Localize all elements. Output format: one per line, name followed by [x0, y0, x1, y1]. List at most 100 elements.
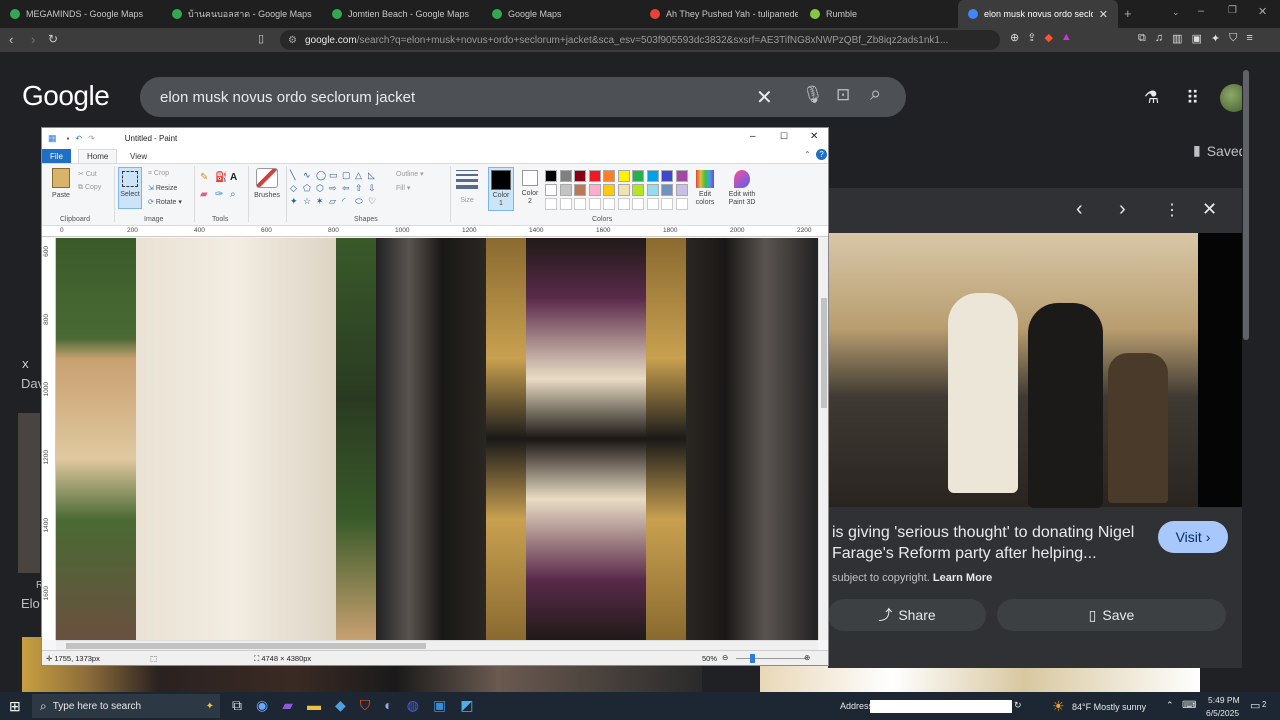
paint-canvas[interactable]	[56, 238, 818, 640]
color-swatch[interactable]	[661, 184, 673, 196]
brave-icon[interactable]: ⛉	[360, 697, 371, 714]
start-icon[interactable]: ⊞	[9, 698, 21, 715]
browser-tab[interactable]: Ah They Pushed Yah - tulipanedeam	[640, 0, 798, 28]
image-title[interactable]: is giving 'serious thought' to donating …	[832, 522, 1142, 564]
visit-button[interactable]: Visit ›	[1158, 521, 1228, 553]
zoom-out-icon[interactable]: ⊖	[722, 653, 728, 662]
next-image-icon[interactable]: ›	[1119, 198, 1126, 221]
crop-button[interactable]: ⌗ Crop	[148, 170, 169, 178]
labs-icon[interactable]: ⚗	[1144, 88, 1159, 108]
color-swatch[interactable]	[603, 184, 615, 196]
zoom-icon[interactable]: ⊕	[1010, 31, 1019, 44]
color-swatch[interactable]	[603, 170, 615, 182]
custom-color-slot[interactable]	[559, 198, 572, 210]
close-window-icon[interactable]: ✕	[810, 131, 818, 142]
redo-icon[interactable]: ↷	[88, 134, 95, 143]
select-button[interactable]: Select	[118, 167, 142, 209]
app-icon[interactable]: ▣	[433, 697, 446, 714]
voice-search-icon[interactable]: 🎙	[802, 85, 824, 105]
text-icon[interactable]: A	[230, 172, 245, 183]
color-swatch[interactable]	[545, 184, 557, 196]
canvas-vertical-scrollbar[interactable]	[818, 238, 828, 640]
site-info-icon[interactable]: ⚙	[288, 35, 297, 46]
bookmark-icon[interactable]: ▯	[258, 32, 264, 45]
search-input[interactable]: elon musk novus ordo seclorum jacket ✕ 🎙…	[140, 77, 906, 117]
color1-button[interactable]: Color 1	[488, 167, 514, 211]
custom-color-slot[interactable]	[646, 198, 659, 210]
tab-file[interactable]: File	[42, 149, 71, 163]
close-window-icon[interactable]: ✕	[1258, 5, 1267, 18]
menu-icon[interactable]: ≡	[1246, 32, 1252, 45]
custom-color-slot[interactable]	[574, 198, 586, 210]
color-swatch[interactable]	[574, 184, 586, 196]
back-icon[interactable]: ‹	[9, 32, 13, 47]
reload-icon[interactable]: ↻	[48, 32, 58, 46]
magnifier-icon[interactable]: ⌕	[230, 189, 245, 200]
edit-paint3d-button[interactable]: Edit with Paint 3D	[724, 170, 760, 207]
share-button[interactable]: ⤴ Share	[828, 599, 986, 631]
app-icon[interactable]: ◍	[407, 697, 419, 714]
maximize-icon[interactable]: ❐	[1228, 5, 1237, 16]
tab-home[interactable]: Home	[78, 149, 118, 163]
undo-icon[interactable]: ↶	[75, 134, 82, 143]
app-icon[interactable]: ▰	[282, 697, 293, 714]
color-swatch[interactable]	[646, 170, 659, 182]
minimize-icon[interactable]: –	[1198, 5, 1204, 17]
zoom-slider[interactable]	[736, 658, 806, 659]
color-swatch[interactable]	[646, 184, 659, 196]
previous-image-icon[interactable]: ‹	[1076, 198, 1083, 221]
tab-search-icon[interactable]: ⌄	[1172, 7, 1180, 18]
custom-color-slot[interactable]	[661, 198, 673, 210]
custom-color-slot[interactable]	[545, 198, 557, 210]
notification-icon[interactable]: ▭	[1250, 699, 1260, 712]
color-swatch[interactable]	[617, 184, 630, 196]
color-swatch[interactable]	[675, 184, 688, 196]
browser-tab[interactable]: บ้านคนบอลสาด - Google Maps	[162, 0, 322, 28]
color-swatch[interactable]	[632, 184, 644, 196]
color2-button[interactable]: Color 2	[518, 170, 542, 206]
browser-tab-active[interactable]: elon musk novus ordo seclorum✕	[958, 0, 1118, 28]
lens-icon[interactable]: ⊡	[836, 85, 850, 105]
clock-time[interactable]: 5:49 PM	[1208, 695, 1240, 705]
color-swatch[interactable]	[559, 184, 572, 196]
edit-colors-button[interactable]: Edit colors	[692, 170, 718, 207]
maximize-icon[interactable]: ☐	[780, 131, 788, 142]
address-bar[interactable]: ⚙ google.com/search?q=elon+musk+novus+or…	[280, 30, 1000, 50]
custom-color-slot[interactable]	[675, 198, 688, 210]
save-button[interactable]: ▯ Save	[997, 599, 1226, 631]
save-quick-icon[interactable]: ▪	[67, 134, 70, 143]
browser-tab[interactable]: Jomtien Beach - Google Maps	[322, 0, 480, 28]
apps-grid-icon[interactable]: ⠿	[1186, 88, 1199, 109]
brave-rewards-icon[interactable]: ▲	[1061, 31, 1072, 44]
saved-link[interactable]: ▮ Saved	[1193, 142, 1246, 159]
minimize-icon[interactable]: –	[750, 131, 756, 142]
clear-search-icon[interactable]: ✕	[756, 85, 773, 110]
app-icon[interactable]: ◩	[460, 697, 473, 714]
color-swatch[interactable]	[617, 170, 630, 182]
vpn-icon[interactable]: ⛉	[1229, 32, 1237, 45]
page-scrollbar[interactable]	[1242, 60, 1250, 680]
outline-dropdown[interactable]: Outline ▾	[396, 170, 424, 178]
color-swatch[interactable]	[675, 170, 688, 182]
sidebar-icon[interactable]: ▥	[1172, 32, 1182, 45]
preview-image[interactable]	[828, 233, 1198, 508]
tab-view[interactable]: View	[122, 149, 155, 163]
search-icon[interactable]: ⌕	[870, 83, 881, 106]
color-swatch[interactable]	[661, 170, 673, 182]
task-view-icon[interactable]: ⧉	[232, 697, 242, 714]
wallet-icon[interactable]: ▣	[1192, 32, 1202, 45]
color-swatch[interactable]	[574, 170, 586, 182]
color-swatch[interactable]	[545, 170, 557, 182]
shapes-gallery[interactable]: ╲ ∿ ◯ ▭ ▢ △ ◺ ◇ ⬠ ⬡ ⇨ ⇦ ⇧ ⇩ ✦ ☆ ✶ ▱ ◜ ⬭ ♡	[290, 170, 386, 207]
google-logo[interactable]: Google	[22, 80, 110, 112]
browser-tab[interactable]: Rumble	[800, 0, 956, 28]
fill-dropdown[interactable]: Fill ▾	[396, 184, 410, 192]
color-swatch[interactable]	[632, 170, 644, 182]
media-icon[interactable]: ♫	[1155, 32, 1163, 45]
learn-more-link[interactable]: Learn More	[933, 572, 992, 584]
color-picker-icon[interactable]: ✑	[215, 189, 230, 200]
brushes-button[interactable]: Brushes	[252, 168, 282, 199]
ribbon-collapse-icon[interactable]: ⌃	[804, 150, 811, 159]
size-button[interactable]: Size	[454, 170, 480, 204]
ai-icon[interactable]: ✦	[1211, 32, 1220, 45]
